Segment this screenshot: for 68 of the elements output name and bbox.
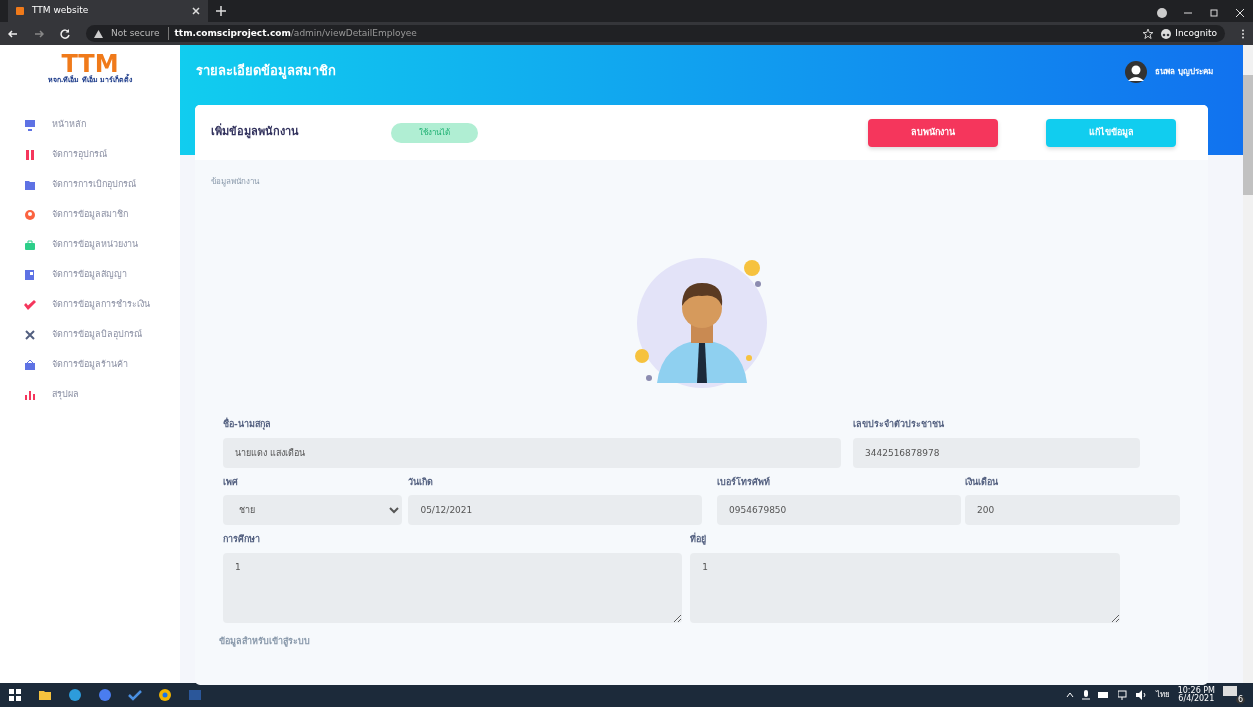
logo: TTM (61, 53, 119, 75)
folder-icon[interactable] (38, 688, 52, 702)
close-icon[interactable] (192, 7, 200, 15)
forward-icon[interactable] (34, 28, 44, 39)
field-label: ชื่อ-นามสกุล (223, 418, 272, 432)
volume-icon[interactable] (1135, 690, 1148, 700)
input-field[interactable]: 3442516878978 (853, 437, 1141, 468)
language-indicator[interactable]: ไทย (1155, 689, 1170, 701)
incognito-button[interactable]: Incognito (1161, 26, 1217, 41)
sidebar-item[interactable]: จัดการข้อมูลสัญญา (0, 259, 180, 290)
security-label: Not secure (111, 26, 160, 40)
sidebar-item[interactable]: หน้าหลัก (0, 109, 180, 140)
browser-icon[interactable] (68, 688, 82, 702)
sidebar-item[interactable]: จัดการข้อมูลหน่วยงาน (0, 229, 180, 260)
gender-select[interactable]: ชาย (223, 495, 403, 525)
avatar-icon (1125, 61, 1148, 83)
sidebar-item[interactable]: จัดการข้อมูลการชำระเงิน (0, 289, 180, 320)
input-field[interactable]: 05/12/2021 (408, 495, 702, 525)
field-label: วันเกิด (408, 475, 435, 489)
star-icon[interactable] (1143, 28, 1154, 39)
sidebar-item[interactable]: จัดการอุปกรณ์ (0, 139, 180, 170)
clock[interactable]: 10:26 PM 6/4/2021 (1177, 687, 1215, 703)
sidebar-item[interactable]: จัดการการเบิกอุปกรณ์ (0, 169, 180, 200)
status-badge: ใช้งานได้ (391, 122, 478, 143)
sidebar-item[interactable]: จัดการข้อมูลสมาชิก (0, 199, 180, 230)
page-title: รายละเอียดข้อมูลสมาชิก (196, 62, 336, 81)
notification-button[interactable]: 6 (1223, 685, 1245, 705)
field-label: เงินเดือน (965, 475, 1000, 489)
back-icon[interactable] (8, 28, 18, 39)
sidebar-item[interactable]: จัดการข้อมูลบิลอุปกรณ์ (0, 319, 180, 350)
delete-button[interactable]: ลบพนักงาน (868, 118, 998, 147)
incognito-icon (1161, 28, 1172, 39)
network-icon[interactable] (1117, 690, 1128, 700)
sidebar-item[interactable]: จัดการข้อมูลร้านค้า (0, 349, 180, 380)
field-label: เบอร์โทรศัพท์ (717, 475, 772, 489)
field-label: การศึกษา (223, 533, 261, 546)
caret-up-icon[interactable] (1065, 692, 1074, 698)
browser-icon[interactable] (158, 688, 172, 702)
restore-icon[interactable] (1209, 8, 1219, 18)
browser-tab[interactable]: TTM website (8, 0, 208, 22)
profile-icon[interactable] (1157, 8, 1167, 18)
warning-icon (94, 29, 103, 38)
browser-icon[interactable] (98, 688, 112, 702)
input-field[interactable]: นายแดง แสงเดือน (223, 437, 842, 468)
section-label: ข้อมูลพนักงาน (211, 176, 261, 188)
windows-icon[interactable] (8, 688, 22, 702)
user-menu[interactable]: ธนพล บุญประคม (1125, 61, 1237, 83)
menu-icon[interactable] (1241, 28, 1245, 39)
new-tab-icon[interactable] (216, 6, 226, 16)
reload-icon[interactable] (60, 28, 70, 39)
favicon-icon (16, 7, 24, 15)
notification-count: 6 (1235, 696, 1245, 705)
input-field[interactable]: 200 (965, 495, 1180, 525)
card-title: เพิ่มข้อมูลพนักงาน (211, 124, 300, 141)
input-field[interactable]: 0954679850 (717, 495, 961, 525)
tab-title: TTM website (32, 4, 90, 18)
field-label: ที่อยู่ (690, 533, 708, 547)
url-text[interactable]: ttm.comsciproject.com/admin/viewDetailEmployee (167, 26, 417, 41)
section-label: ข้อมูลสำหรับเข้าสู่ระบบ (219, 634, 311, 648)
microphone-icon[interactable] (1081, 690, 1090, 700)
sidebar-item[interactable]: สรุปผล (0, 379, 180, 410)
text-area[interactable]: 1 (690, 552, 1121, 623)
message-icon (1223, 685, 1237, 698)
field-label: เพศ (223, 475, 239, 489)
field-label: เลขประจำตัวประชาชน (853, 418, 945, 431)
checkmark-icon[interactable] (128, 688, 142, 702)
text-area[interactable]: 1 (223, 552, 682, 623)
close-icon[interactable] (1235, 8, 1245, 18)
